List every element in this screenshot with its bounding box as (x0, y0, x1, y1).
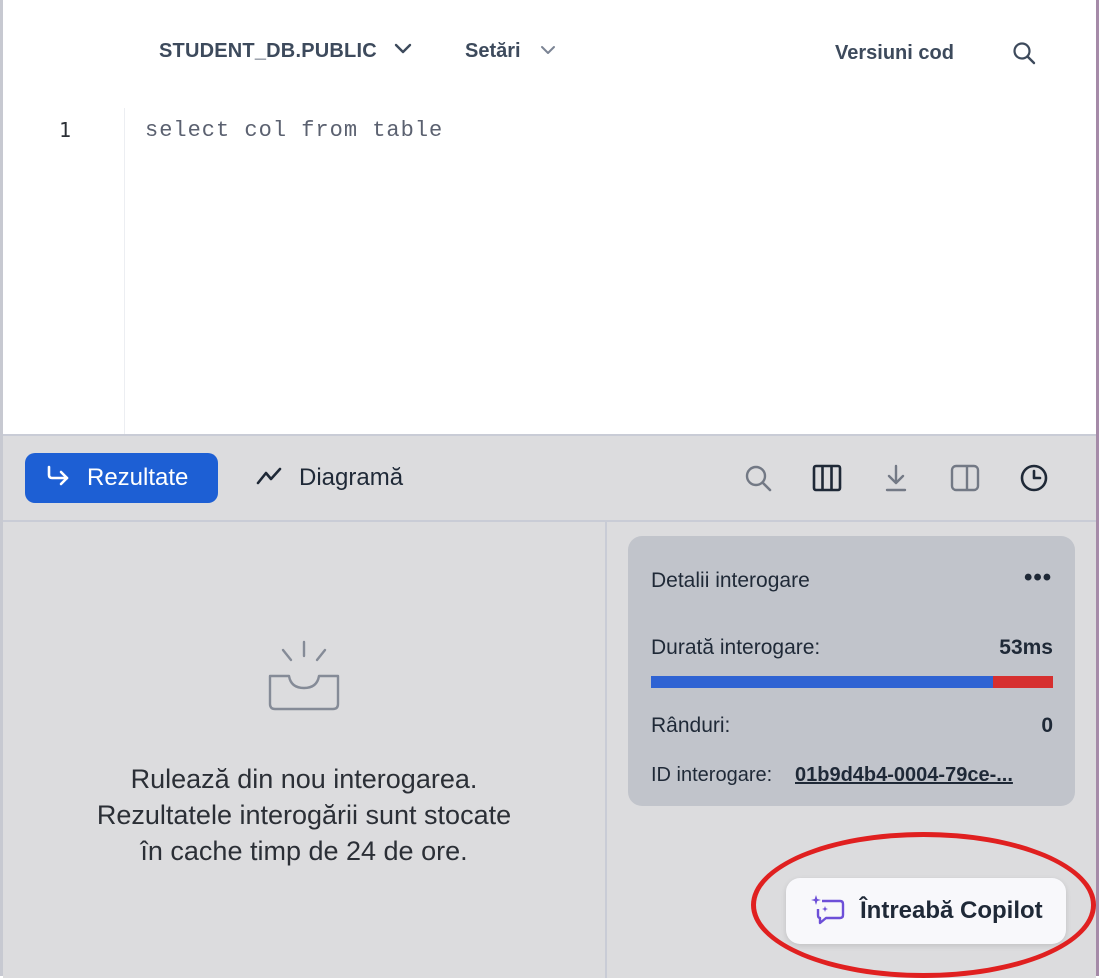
empty-state-line: Rezultatele interogării sunt stocate (96, 800, 512, 830)
empty-state-line: în cache timp de 24 de ore. (140, 836, 468, 866)
empty-state-message: Rulează din nou interogarea. Rezultatele… (3, 761, 605, 869)
panel-divider (605, 522, 607, 978)
copilot-chat-sparkle-icon (810, 893, 846, 930)
settings-dropdown[interactable]: Setări (465, 40, 557, 63)
settings-label: Setări (465, 40, 521, 62)
rows-label: Rânduri: (651, 714, 731, 737)
query-id-link[interactable]: 01b9d4b4-0004-79ce-... (795, 764, 1013, 787)
chevron-down-icon (393, 42, 413, 61)
database-label: STUDENT_DB.PUBLIC (159, 40, 377, 62)
more-options-icon[interactable]: ••• (1024, 564, 1052, 592)
columns-icon[interactable] (809, 460, 845, 496)
tab-chart-label: Diagramă (299, 464, 404, 491)
side-panel-icon[interactable] (947, 460, 983, 496)
code-line[interactable]: select col from table (145, 118, 443, 143)
search-icon[interactable] (1011, 40, 1037, 71)
empty-inbox-icon (259, 640, 349, 720)
empty-state-line: Rulează din nou interogarea. (130, 764, 478, 794)
duration-bar-fill (651, 676, 993, 688)
ask-copilot-button[interactable]: Întreabă Copilot (786, 878, 1066, 944)
query-details-title: Detalii interogare (651, 569, 810, 592)
tab-results-label: Rezultate (87, 464, 189, 491)
code-versions-button[interactable]: Versiuni cod (835, 42, 954, 65)
editor-gutter-divider (124, 108, 125, 434)
editor-toolbar: STUDENT_DB.PUBLIC Setări Versiuni cod (3, 0, 1096, 108)
results-panel: Rezultate Diagramă Rulează din nou inter… (3, 434, 1096, 978)
results-toolbar: Rezultate Diagramă (3, 436, 1096, 522)
duration-value: 53ms (999, 636, 1053, 659)
search-icon[interactable] (740, 460, 776, 496)
tab-results[interactable]: Rezultate (25, 453, 218, 503)
query-details-card: Detalii interogare ••• Durată interogare… (628, 536, 1075, 806)
ask-copilot-label: Întreabă Copilot (860, 897, 1043, 924)
clock-icon[interactable] (1016, 460, 1052, 496)
line-chart-icon (255, 465, 283, 492)
duration-label: Durată interogare: (651, 636, 821, 659)
empty-results-state: Rulează din nou interogarea. Rezultatele… (3, 636, 605, 869)
duration-bar (651, 676, 1053, 688)
download-icon[interactable] (878, 460, 914, 496)
rows-value: 0 (1041, 714, 1053, 737)
sql-editor: STUDENT_DB.PUBLIC Setări Versiuni cod 1 … (3, 0, 1096, 434)
return-arrow-icon (45, 465, 71, 492)
chevron-down-icon (539, 43, 557, 61)
query-id-label: ID interogare: (651, 764, 773, 786)
tab-chart[interactable]: Diagramă (255, 464, 403, 492)
line-number: 1 (59, 118, 72, 142)
database-selector[interactable]: STUDENT_DB.PUBLIC (159, 40, 413, 63)
